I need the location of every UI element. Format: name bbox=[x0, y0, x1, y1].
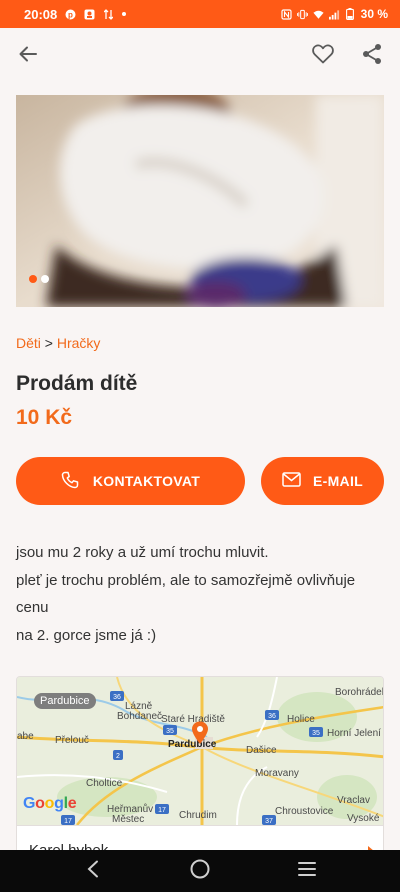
map-label: Bohdaneč bbox=[117, 711, 163, 722]
breadcrumb-item-deti[interactable]: Děti bbox=[16, 335, 41, 351]
route-shield: 37 bbox=[262, 815, 276, 825]
location-card[interactable]: 36 36 35 35 2 17 17 37 Borohrádek Lázně … bbox=[16, 676, 384, 866]
battery-icon bbox=[345, 8, 356, 20]
nav-home-button[interactable] bbox=[180, 851, 220, 891]
email-button-label: E-MAIL bbox=[312, 473, 363, 489]
route-shield: 2 bbox=[113, 750, 123, 760]
map-label: Chroustovice bbox=[275, 806, 334, 817]
listing-photo bbox=[16, 95, 384, 307]
gallery-icon bbox=[84, 9, 95, 20]
map-label: Borohrádek bbox=[335, 687, 384, 698]
map-label: Chrudim bbox=[179, 810, 217, 821]
listing-description: jsou mu 2 roky a už umí trochu mluvit. p… bbox=[16, 539, 386, 649]
nav-home-icon bbox=[190, 859, 210, 884]
map-city-chip: Pardubice bbox=[34, 693, 96, 709]
route-shield-label: 17 bbox=[64, 818, 72, 825]
breadcrumb: Děti > Hračky bbox=[16, 335, 100, 351]
phone-icon bbox=[61, 471, 79, 492]
listing-price: 10 Kč bbox=[16, 406, 73, 429]
route-shield-label: 35 bbox=[166, 728, 174, 735]
app-bar bbox=[0, 28, 400, 84]
location-pin-icon bbox=[191, 721, 209, 750]
route-shield: 17 bbox=[155, 804, 169, 814]
map-label: Vysoké bbox=[347, 813, 380, 824]
share-icon bbox=[362, 43, 382, 70]
nav-recents-button[interactable] bbox=[287, 851, 327, 891]
map-label: Horní Jelení bbox=[327, 728, 381, 739]
map-label: Choltice bbox=[86, 778, 123, 789]
map-label: Přelouč bbox=[55, 735, 89, 746]
arrow-left-icon bbox=[18, 44, 38, 69]
dot-icon bbox=[122, 12, 127, 16]
route-shield: 35 bbox=[163, 725, 177, 735]
route-shield-label: 36 bbox=[268, 713, 276, 720]
status-bar: 20:08 p 30 % bbox=[0, 0, 400, 28]
wifi-icon bbox=[313, 9, 324, 20]
description-line: na 2. gorce jsme já :) bbox=[16, 626, 157, 644]
route-shield: 17 bbox=[61, 815, 75, 825]
favorite-button[interactable] bbox=[307, 40, 339, 72]
email-button[interactable]: E-MAIL bbox=[261, 457, 384, 505]
route-shield-label: 2 bbox=[116, 753, 120, 760]
system-navigation-bar bbox=[0, 850, 400, 892]
route-shield: 35 bbox=[309, 727, 323, 737]
gallery-dot-active[interactable] bbox=[29, 275, 37, 283]
gallery-dot[interactable] bbox=[41, 275, 49, 283]
nfc-icon bbox=[281, 8, 292, 20]
map-label: Dašice bbox=[246, 745, 277, 756]
nav-recents-icon bbox=[297, 861, 316, 882]
back-button[interactable] bbox=[12, 40, 44, 72]
google-logo: Google bbox=[23, 795, 77, 812]
contact-button[interactable]: KONTAKTOVAT bbox=[16, 457, 245, 505]
breadcrumb-item-hracky[interactable]: Hračky bbox=[57, 335, 101, 351]
route-shield: 36 bbox=[265, 710, 279, 720]
route-shield-label: 17 bbox=[158, 807, 166, 814]
map-label: Městec bbox=[112, 814, 145, 825]
map-label: abe bbox=[17, 731, 34, 742]
listing-title: Prodám dítě bbox=[16, 372, 138, 395]
svg-text:p: p bbox=[68, 10, 73, 19]
envelope-icon bbox=[282, 472, 301, 490]
route-shield-label: 36 bbox=[113, 694, 121, 701]
battery-percent: 30 % bbox=[360, 7, 388, 21]
vibrate-icon bbox=[296, 9, 308, 20]
route-shield-label: 37 bbox=[265, 818, 273, 825]
nav-back-icon bbox=[86, 860, 100, 883]
route-shield-label: 35 bbox=[312, 730, 320, 737]
map-label: Holice bbox=[287, 714, 315, 725]
contact-button-label: KONTAKTOVAT bbox=[92, 473, 201, 489]
status-time: 20:08 bbox=[24, 6, 58, 22]
signal-icon bbox=[328, 9, 340, 20]
map-label: Vraclav bbox=[337, 795, 370, 806]
data-icon bbox=[103, 8, 114, 20]
heart-outline-icon bbox=[312, 44, 334, 69]
pinterest-icon: p bbox=[65, 9, 76, 20]
breadcrumb-separator: > bbox=[44, 335, 53, 351]
route-shield: 36 bbox=[110, 691, 124, 701]
share-button[interactable] bbox=[356, 40, 388, 72]
status-right: 30 % bbox=[281, 7, 388, 21]
description-line: pleť je trochu problém, ale to samozřejm… bbox=[16, 571, 356, 617]
description-line: jsou mu 2 roky a už umí trochu mluvit. bbox=[16, 544, 269, 561]
gallery-dots bbox=[29, 275, 49, 283]
status-left: 20:08 p bbox=[24, 6, 127, 22]
map-label: Moravany bbox=[255, 768, 299, 779]
image-gallery[interactable] bbox=[16, 95, 384, 307]
nav-back-button[interactable] bbox=[73, 851, 113, 891]
location-map[interactable]: 36 36 35 35 2 17 17 37 Borohrádek Lázně … bbox=[17, 677, 384, 826]
